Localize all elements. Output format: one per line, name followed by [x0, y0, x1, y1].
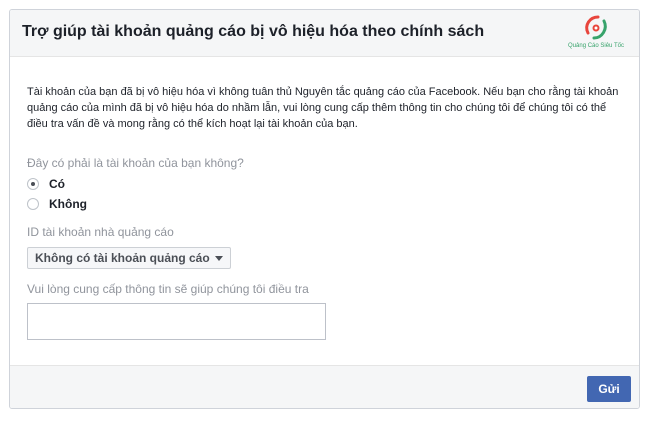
- description-text: Tài khoản của bạn đã bị vô hiệu hóa vì k…: [27, 86, 619, 130]
- radio-yes-label: Có: [49, 177, 65, 191]
- brand-logo: Quảng Cáo Siêu Tốc: [561, 13, 631, 53]
- brand-logo-icon: [585, 15, 607, 40]
- investigation-info-textarea[interactable]: [27, 303, 326, 340]
- dialog-header: Trợ giúp tài khoản quảng cáo bị vô hiệu …: [10, 10, 639, 57]
- disabled-ad-account-dialog: Trợ giúp tài khoản quảng cáo bị vô hiệu …: [9, 9, 640, 409]
- radio-no-label: Không: [49, 197, 87, 211]
- brand-logo-text: Quảng Cáo Siêu Tốc: [568, 43, 624, 49]
- radio-option-yes[interactable]: Có: [27, 175, 65, 193]
- dialog-title: Trợ giúp tài khoản quảng cáo bị vô hiệu …: [22, 23, 485, 40]
- investigation-info-label: Vui lòng cung cấp thông tin sẽ giúp chún…: [27, 282, 309, 296]
- ad-account-dropdown[interactable]: Không có tài khoản quảng cáo: [27, 247, 231, 269]
- radio-yes-button[interactable]: [27, 178, 39, 190]
- radio-no-button[interactable]: [27, 198, 39, 210]
- ad-account-dropdown-value: Không có tài khoản quảng cáo: [35, 251, 210, 265]
- caret-down-icon: [214, 255, 223, 261]
- submit-button[interactable]: Gửi: [587, 376, 631, 402]
- radio-option-no[interactable]: Không: [27, 195, 87, 213]
- dialog-footer: Gửi: [10, 365, 639, 408]
- ad-account-id-label: ID tài khoản nhà quảng cáo: [27, 225, 174, 239]
- dialog-body: Tài khoản của bạn đã bị vô hiệu hóa vì k…: [27, 84, 625, 132]
- account-ownership-question: Đây có phải là tài khoản của bạn không?: [27, 156, 244, 170]
